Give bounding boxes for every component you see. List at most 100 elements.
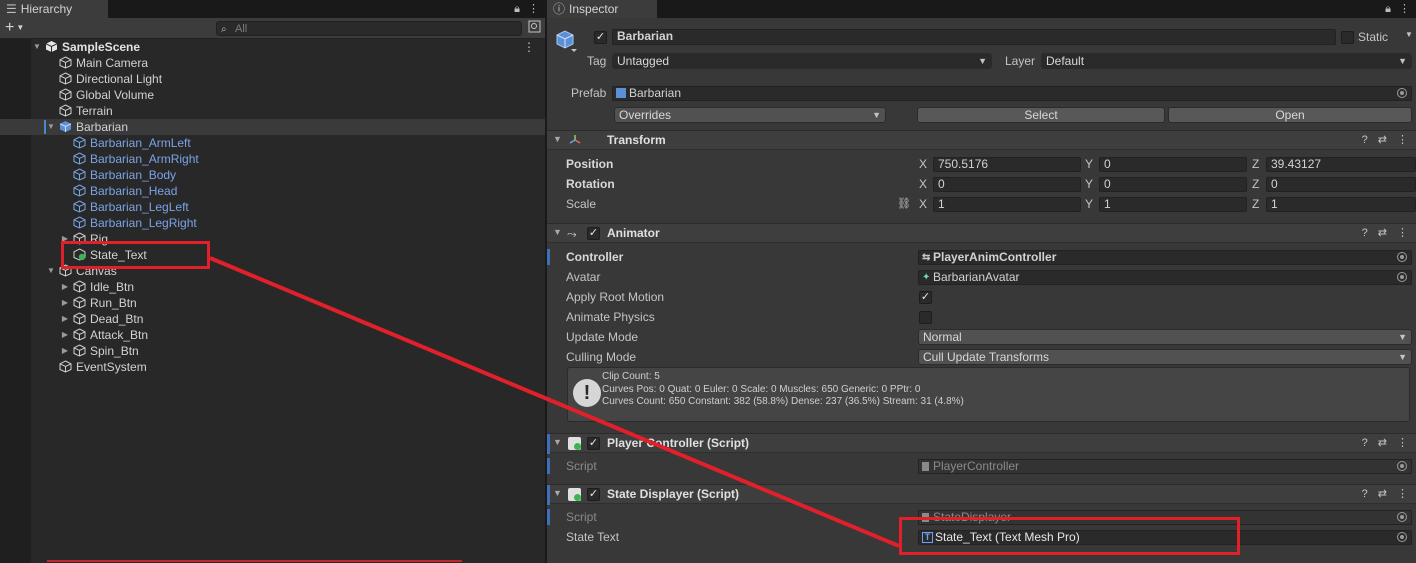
more-menu-icon[interactable]: ⋮ — [1397, 488, 1408, 500]
more-menu-icon[interactable]: ⋮ — [1399, 3, 1410, 15]
search-icon: ⌕ — [221, 24, 227, 35]
animate-physics-label: Animate Physics — [566, 310, 655, 324]
open-button[interactable]: Open — [1168, 107, 1412, 123]
layer-dropdown[interactable]: Default ▼ — [1041, 53, 1412, 69]
transform-icon — [569, 134, 581, 149]
hierarchy-search-input[interactable]: ⌕ All — [216, 21, 522, 36]
tag-dropdown[interactable]: Untagged ▼ — [612, 53, 992, 69]
active-checkbox[interactable]: ✓ — [594, 31, 607, 44]
transform-row-label: Position — [566, 157, 614, 171]
more-menu-icon[interactable]: ⋮ — [523, 39, 535, 55]
script-file-icon — [922, 462, 929, 471]
transform-x-field[interactable]: 0 — [933, 177, 1081, 192]
annotation-box-inspector — [899, 517, 1240, 555]
hierarchy-item[interactable]: Barbarian_LegLeft — [0, 199, 545, 215]
hierarchy-item[interactable]: Barbarian_ArmLeft — [0, 135, 545, 151]
expand-right-icon[interactable]: ▶ — [60, 295, 70, 311]
player-script-label: Script — [566, 459, 597, 473]
hierarchy-item[interactable]: ▶ Idle_Btn — [0, 279, 545, 295]
state-displayer-header[interactable]: ▼ ✓ State Displayer (Script) ? ⇄ ⋮ — [547, 484, 1416, 505]
controller-field[interactable]: ⇆ PlayerAnimController — [918, 250, 1412, 265]
static-dropdown-icon[interactable]: ▼ — [1405, 30, 1413, 39]
link-icon[interactable]: ⛓ — [897, 197, 911, 210]
transform-z-field[interactable]: 39.43127 — [1266, 157, 1416, 172]
add-object-button[interactable]: + ▼ — [5, 18, 24, 38]
hierarchy-item[interactable]: Barbarian_ArmRight — [0, 151, 545, 167]
select-button[interactable]: Select — [917, 107, 1165, 123]
preset-icon[interactable]: ⇄ — [1378, 134, 1387, 146]
player-controller-enabled-checkbox[interactable]: ✓ — [587, 437, 600, 450]
hierarchy-item[interactable]: Global Volume — [0, 87, 545, 103]
inspector-tab[interactable]: ⓘ Inspector — [547, 0, 657, 18]
hierarchy-item[interactable]: ▶ Attack_Btn — [0, 327, 545, 343]
hierarchy-item[interactable]: EventSystem — [0, 359, 545, 375]
hierarchy-item[interactable]: Barbarian_Body — [0, 167, 545, 183]
animate-physics-checkbox[interactable] — [919, 311, 932, 324]
object-name-field[interactable]: Barbarian — [612, 29, 1336, 45]
hierarchy-item[interactable]: Barbarian_Head — [0, 183, 545, 199]
expand-down-icon[interactable]: ▼ — [32, 39, 42, 55]
scene-visibility-button[interactable] — [526, 20, 542, 36]
object-picker-icon[interactable] — [1397, 88, 1407, 98]
modified-indicator — [547, 509, 550, 525]
transform-y-field[interactable]: 0 — [1099, 177, 1247, 192]
hierarchy-item[interactable]: ▶ Spin_Btn — [0, 343, 545, 359]
prefab-field[interactable]: Barbarian — [612, 86, 1412, 101]
inspector-tab-bar: ⓘ Inspector 🔒︎ ⋮ — [547, 0, 1416, 18]
hierarchy-panel: ☰ Hierarchy 🔒︎ ⋮ + ▼ ⌕ All ▼ SampleScene ⋮ Mai… — [0, 0, 545, 563]
transform-z-field[interactable]: 1 — [1266, 197, 1416, 212]
preset-icon[interactable]: ⇄ — [1378, 488, 1387, 500]
cube-icon — [59, 56, 72, 69]
more-menu-icon[interactable]: ⋮ — [1397, 227, 1408, 239]
lock-icon[interactable]: 🔒︎ — [1385, 3, 1391, 15]
component-controls: ? ⇄ ⋮ — [1352, 436, 1408, 449]
static-checkbox[interactable] — [1341, 31, 1354, 44]
expand-right-icon[interactable]: ▶ — [60, 311, 70, 327]
transform-x-field[interactable]: 1 — [933, 197, 1081, 212]
more-menu-icon[interactable]: ⋮ — [1397, 437, 1408, 449]
hierarchy-item[interactable]: Barbarian_LegRight — [0, 215, 545, 231]
transform-y-field[interactable]: 1 — [1099, 197, 1247, 212]
player-controller-header[interactable]: ▼ ✓ Player Controller (Script) ? ⇄ ⋮ — [547, 433, 1416, 454]
hierarchy-item-label: Dead_Btn — [90, 312, 144, 326]
transform-header[interactable]: ▼ Transform ? ⇄ ⋮ — [547, 130, 1416, 150]
update-mode-dropdown[interactable]: Normal ▼ — [918, 329, 1412, 345]
object-picker-icon[interactable] — [1397, 272, 1407, 282]
hierarchy-item[interactable]: ▼ Barbarian — [0, 119, 545, 135]
hierarchy-tab[interactable]: ☰ Hierarchy — [0, 0, 108, 18]
axis-z-label: Z — [1252, 157, 1260, 171]
expand-down-icon[interactable]: ▼ — [46, 119, 56, 135]
avatar-field[interactable]: ✦ BarbarianAvatar — [918, 270, 1412, 285]
expand-right-icon[interactable]: ▶ — [60, 327, 70, 343]
expand-right-icon[interactable]: ▶ — [60, 343, 70, 359]
expand-right-icon[interactable]: ▶ — [60, 279, 70, 295]
help-icon[interactable]: ? — [1362, 488, 1368, 500]
transform-x-field[interactable]: 750.5176 — [933, 157, 1081, 172]
hierarchy-item[interactable]: ▼ SampleScene ⋮ — [0, 39, 545, 55]
hierarchy-item[interactable]: ▶ Run_Btn — [0, 295, 545, 311]
cube-icon — [73, 184, 86, 197]
object-picker-icon[interactable] — [1397, 252, 1407, 262]
more-menu-icon[interactable]: ⋮ — [1397, 134, 1408, 146]
expand-down-icon[interactable]: ▼ — [46, 263, 56, 279]
more-menu-icon[interactable]: ⋮ — [528, 3, 539, 15]
transform-z-field[interactable]: 0 — [1266, 177, 1416, 192]
help-icon[interactable]: ? — [1362, 437, 1368, 449]
animator-enabled-checkbox[interactable]: ✓ — [587, 227, 600, 240]
transform-y-field[interactable]: 0 — [1099, 157, 1247, 172]
preset-icon[interactable]: ⇄ — [1378, 227, 1387, 239]
lock-icon[interactable]: 🔒︎ — [514, 3, 520, 15]
culling-mode-dropdown[interactable]: Cull Update Transforms ▼ — [918, 349, 1412, 365]
help-icon[interactable]: ? — [1362, 227, 1368, 239]
preset-icon[interactable]: ⇄ — [1378, 437, 1387, 449]
animator-header[interactable]: ▼ ⤳ ✓ Animator ? ⇄ ⋮ — [547, 223, 1416, 243]
overrides-dropdown[interactable]: Overrides ▼ — [614, 107, 886, 123]
state-displayer-enabled-checkbox[interactable]: ✓ — [587, 488, 600, 501]
object-picker-icon[interactable] — [1397, 532, 1407, 542]
hierarchy-item[interactable]: Directional Light — [0, 71, 545, 87]
hierarchy-item[interactable]: ▶ Dead_Btn — [0, 311, 545, 327]
apply-root-motion-checkbox[interactable]: ✓ — [919, 291, 932, 304]
help-icon[interactable]: ? — [1362, 134, 1368, 146]
hierarchy-item[interactable]: Terrain — [0, 103, 545, 119]
hierarchy-item[interactable]: Main Camera — [0, 55, 545, 71]
